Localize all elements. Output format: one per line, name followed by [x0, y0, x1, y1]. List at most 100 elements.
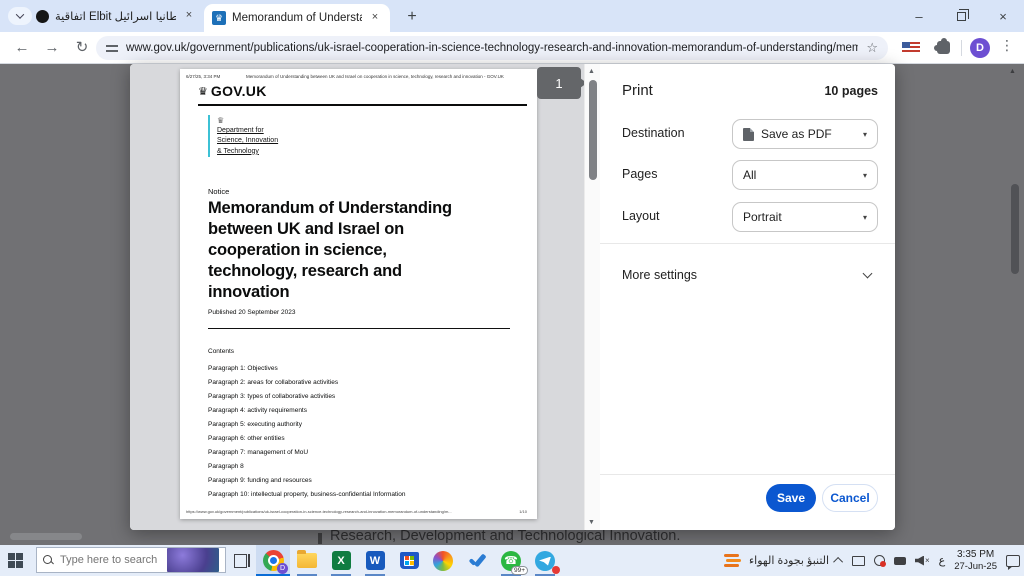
pages-dropdown[interactable]: All ▾	[732, 160, 878, 190]
tab-elbit[interactable]: اتفاقية Elbit بريطانيا اسرائيل ×	[28, 0, 204, 32]
translate-extension-icon[interactable]	[902, 42, 920, 54]
scroll-down-icon[interactable]: ▼	[588, 519, 595, 526]
window-controls: – ×	[898, 0, 1024, 32]
destination-label: Destination	[622, 126, 685, 140]
doc-header-title: Memorandum of Understanding between UK a…	[246, 74, 533, 79]
doc-divider	[208, 328, 510, 329]
microsoft-store-app-button[interactable]	[392, 545, 426, 576]
scroll-up-icon[interactable]: ▲	[588, 68, 595, 75]
contents-heading: Contents	[208, 348, 234, 355]
contents-item: Paragraph 6: other entities	[208, 432, 406, 446]
doc-footer-page-number: 1/10	[519, 509, 527, 514]
camera-tray-icon[interactable]	[894, 557, 906, 565]
hidden-icons-chevron-icon[interactable]	[833, 557, 843, 567]
forward-button[interactable]: →	[40, 36, 64, 60]
chevron-down-icon	[16, 10, 24, 18]
department-block: ♛ Department for Science, Innovation & T…	[208, 115, 278, 157]
news-widget-text: التنبؤ بجودة الهواء	[749, 554, 829, 567]
dimmed-scrollbar-thumb	[10, 533, 82, 540]
pages-value: All	[743, 168, 856, 182]
sync-alert-icon[interactable]	[874, 555, 885, 566]
print-preview-page: 6/27/25, 3:34 PM Memorandum of Understan…	[180, 69, 537, 519]
extensions-puzzle-icon[interactable]	[937, 41, 950, 54]
doc-title: Memorandum of Understanding between UK a…	[208, 198, 452, 303]
cancel-button[interactable]: Cancel	[822, 484, 878, 512]
page-scrollbar-thumb[interactable]	[1011, 184, 1019, 274]
site-info-icon[interactable]	[106, 43, 118, 53]
taskbar-clock[interactable]: 3:35 PM 27-Jun-25	[954, 549, 997, 573]
search-icon	[43, 555, 54, 566]
restore-button[interactable]	[940, 0, 982, 32]
preview-scrollbar[interactable]: ▲ ▼	[584, 64, 600, 530]
restore-icon	[957, 12, 966, 21]
telegram-app-button[interactable]	[528, 545, 562, 576]
back-button[interactable]: ←	[10, 36, 34, 60]
microsoft-365-app-button[interactable]	[426, 545, 460, 576]
telegram-unread-badge	[552, 566, 560, 574]
ink-workspace-icon[interactable]	[852, 556, 865, 566]
whatsapp-unread-badge: 99+	[511, 566, 528, 575]
volume-muted-icon[interactable]: ×	[915, 556, 930, 566]
address-bar[interactable]: www.gov.uk/government/publications/uk-is…	[96, 36, 888, 60]
language-indicator[interactable]: ع	[939, 554, 946, 567]
layout-value: Portrait	[743, 210, 856, 224]
layout-label: Layout	[622, 209, 660, 223]
task-view-button[interactable]	[234, 554, 250, 567]
excel-icon: X	[332, 551, 351, 570]
print-dialog: 6/27/25, 3:34 PM Memorandum of Understan…	[130, 64, 895, 530]
layout-dropdown[interactable]: Portrait ▾	[732, 202, 878, 232]
bookmark-star-icon[interactable]: ☆	[866, 40, 878, 56]
contents-item: Paragraph 1: Objectives	[208, 362, 406, 376]
profile-avatar[interactable]: D	[970, 38, 990, 58]
toolbar-divider	[961, 40, 962, 56]
word-icon: W	[366, 551, 385, 570]
caret-down-icon: ▾	[863, 130, 867, 139]
excel-app-button[interactable]: X	[324, 545, 358, 576]
reload-button[interactable]: ↻	[70, 36, 94, 60]
save-button[interactable]: Save	[766, 484, 816, 512]
close-icon[interactable]: ×	[368, 11, 382, 25]
system-tray: × ع 3:35 PM 27-Jun-25	[836, 545, 1020, 576]
govuk-crown-favicon-icon: ♛	[212, 11, 226, 25]
word-app-button[interactable]: W	[358, 545, 392, 576]
doc-header-date: 6/27/25, 3:34 PM	[186, 74, 220, 79]
contents-item: Paragraph 2: areas for collaborative act…	[208, 376, 406, 390]
dimmed-list-marker	[318, 533, 322, 544]
settings-divider	[600, 243, 895, 244]
preview-scrollbar-thumb[interactable]	[589, 80, 597, 180]
chevron-down-icon	[863, 269, 873, 279]
print-preview-pane: 6/27/25, 3:34 PM Memorandum of Understan…	[130, 64, 600, 530]
whatsapp-app-button[interactable]: ☎ 99+	[494, 545, 528, 576]
mute-x-icon: ×	[925, 556, 930, 565]
search-input[interactable]	[60, 554, 161, 566]
dept-line: & Technology	[217, 147, 278, 157]
contents-item: Paragraph 3: types of collaborative acti…	[208, 390, 406, 404]
news-widget[interactable]: التنبؤ بجودة الهواء	[724, 545, 829, 576]
print-dialog-title: Print	[622, 82, 653, 99]
title-line: cooperation in science,	[208, 240, 452, 261]
page-number-badge: 1	[537, 67, 581, 99]
taskbar-search[interactable]	[36, 547, 226, 573]
file-explorer-app-button[interactable]	[290, 545, 324, 576]
page-scrollbar-up-icon[interactable]: ▲	[1009, 68, 1016, 75]
more-settings-row[interactable]: More settings	[600, 260, 895, 290]
contents-item: Paragraph 7: management of MoU	[208, 446, 406, 460]
minimize-button[interactable]: –	[898, 0, 940, 32]
file-explorer-icon	[297, 553, 317, 568]
tab-title: Memorandum of Understanding b	[232, 12, 362, 24]
close-window-button[interactable]: ×	[982, 0, 1024, 32]
destination-dropdown[interactable]: Save as PDF ▾	[732, 119, 878, 149]
search-highlight-image[interactable]	[167, 548, 219, 572]
todo-app-button[interactable]	[460, 545, 494, 576]
speaker-icon	[915, 556, 924, 566]
action-center-icon[interactable]	[1006, 555, 1020, 567]
start-button[interactable]	[8, 553, 23, 568]
dept-line: Department for	[217, 126, 278, 136]
new-tab-button[interactable]: +	[400, 5, 424, 29]
clock-date: 27-Jun-25	[954, 561, 997, 573]
browser-menu-icon[interactable]: ⋮	[1000, 37, 1014, 54]
close-icon[interactable]: ×	[182, 9, 196, 23]
chrome-app-button[interactable]: D	[256, 545, 290, 576]
contents-item: Paragraph 10: intellectual property, bus…	[208, 488, 406, 502]
tab-memorandum[interactable]: ♛ Memorandum of Understanding b ×	[204, 4, 390, 32]
